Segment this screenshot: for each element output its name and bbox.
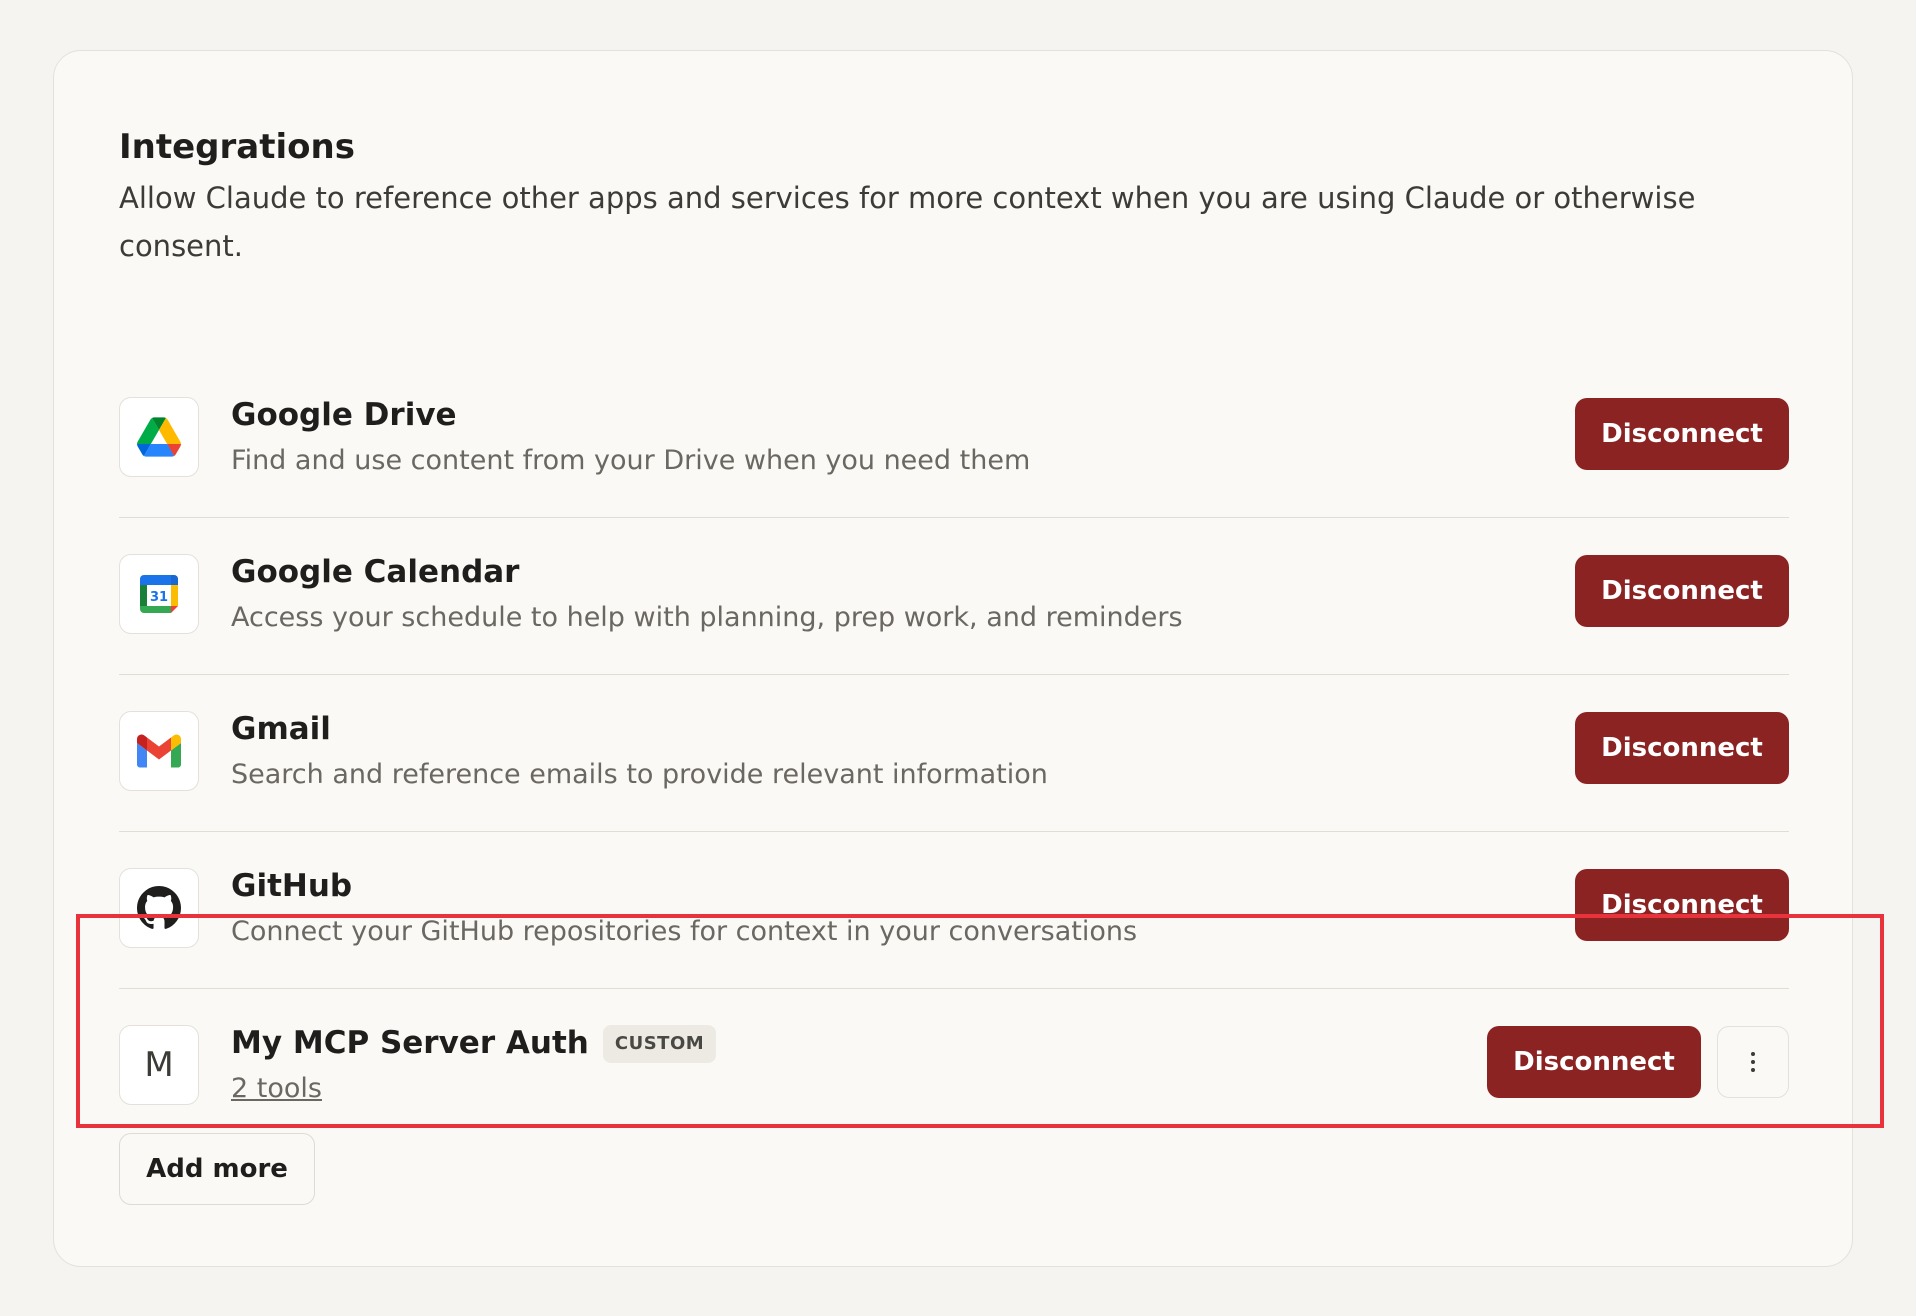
integrations-card: Integrations Allow Claude to reference o… <box>53 50 1853 1267</box>
integration-description: Search and reference emails to provide r… <box>231 759 1048 790</box>
more-vertical-icon <box>1751 1052 1755 1072</box>
google-calendar-logo: 31 <box>140 575 178 613</box>
integration-description: Access your schedule to help with planni… <box>231 602 1183 633</box>
google-calendar-icon: 31 <box>119 554 199 634</box>
more-options-button[interactable] <box>1717 1026 1789 1098</box>
integration-name-row: My MCP Server Auth CUSTOM <box>231 1021 717 1065</box>
integration-row-google-drive: Google Drive Find and use content from y… <box>119 361 1789 518</box>
integrations-header: Integrations Allow Claude to reference o… <box>119 123 1799 270</box>
integration-row-custom-mcp: M My MCP Server Auth CUSTOM 2 tools Disco… <box>119 989 1789 1146</box>
tools-link[interactable]: 2 tools <box>231 1073 322 1104</box>
add-more-button[interactable]: Add more <box>119 1133 315 1205</box>
custom-badge: CUSTOM <box>602 1025 717 1063</box>
integration-name: Google Calendar <box>231 554 520 590</box>
google-drive-icon <box>119 397 199 477</box>
integration-description: Find and use content from your Drive whe… <box>231 445 1031 476</box>
section-title: Integrations <box>119 127 355 167</box>
integration-row-google-calendar: 31 Google Calendar Access your schedule … <box>119 518 1789 675</box>
mcp-server-letter-icon: M <box>119 1025 199 1105</box>
integration-name: GitHub <box>231 868 353 904</box>
integration-row-github: GitHub Connect your GitHub repositories … <box>119 832 1789 989</box>
calendar-day-number: 31 <box>150 590 168 605</box>
app-letter: M <box>144 1045 174 1085</box>
section-description: Allow Claude to reference other apps and… <box>119 181 1696 263</box>
integration-name: My MCP Server Auth <box>231 1025 589 1061</box>
disconnect-button-google-drive[interactable]: Disconnect <box>1575 398 1789 470</box>
github-logo <box>137 886 181 929</box>
integration-name: Gmail <box>231 711 331 747</box>
integration-name: Google Drive <box>231 397 457 433</box>
integration-description: Connect your GitHub repositories for con… <box>231 916 1138 947</box>
gmail-logo <box>137 734 181 768</box>
tools-line: 2 tools <box>231 1069 322 1109</box>
disconnect-button-gmail[interactable]: Disconnect <box>1575 712 1789 784</box>
github-icon <box>119 868 199 948</box>
gmail-icon <box>119 711 199 791</box>
disconnect-button-google-calendar[interactable]: Disconnect <box>1575 555 1789 627</box>
disconnect-button-github[interactable]: Disconnect <box>1575 869 1789 941</box>
google-drive-logo <box>137 417 181 457</box>
integration-row-gmail: Gmail Search and reference emails to pro… <box>119 675 1789 832</box>
disconnect-button-custom-mcp[interactable]: Disconnect <box>1487 1026 1701 1098</box>
